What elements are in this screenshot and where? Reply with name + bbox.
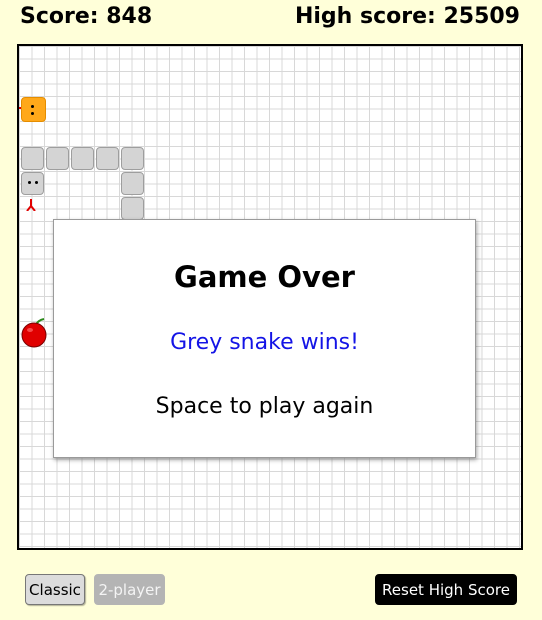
grey-snake-segment [121,147,144,170]
game-over-dialog: Game Over Grey snake wins! Space to play… [53,219,476,458]
two-player-mode-button[interactable]: 2-player [94,574,165,605]
high-score: High score: 25509 [294,4,520,29]
grey-snake-tongue-icon [26,199,36,211]
grey-snake-segment [46,147,69,170]
score-bar: Score: 848 High score: 25509 [0,0,542,40]
play-again-hint: Space to play again [155,394,374,419]
grey-snake-segment [121,197,144,220]
winner-message: Grey snake wins! [170,330,359,355]
game-over-title: Game Over [174,260,355,294]
reset-high-score-button[interactable]: Reset High Score [375,574,517,605]
apple-icon [21,318,47,348]
grey-snake-segment [21,147,44,170]
grey-snake-head [21,172,44,195]
orange-snake-head [21,97,46,122]
grey-snake-segment [71,147,94,170]
current-score: Score: 848 [20,4,153,29]
grey-snake-segment [96,147,119,170]
grey-snake-segment [121,172,144,195]
classic-mode-button[interactable]: Classic [25,574,85,605]
